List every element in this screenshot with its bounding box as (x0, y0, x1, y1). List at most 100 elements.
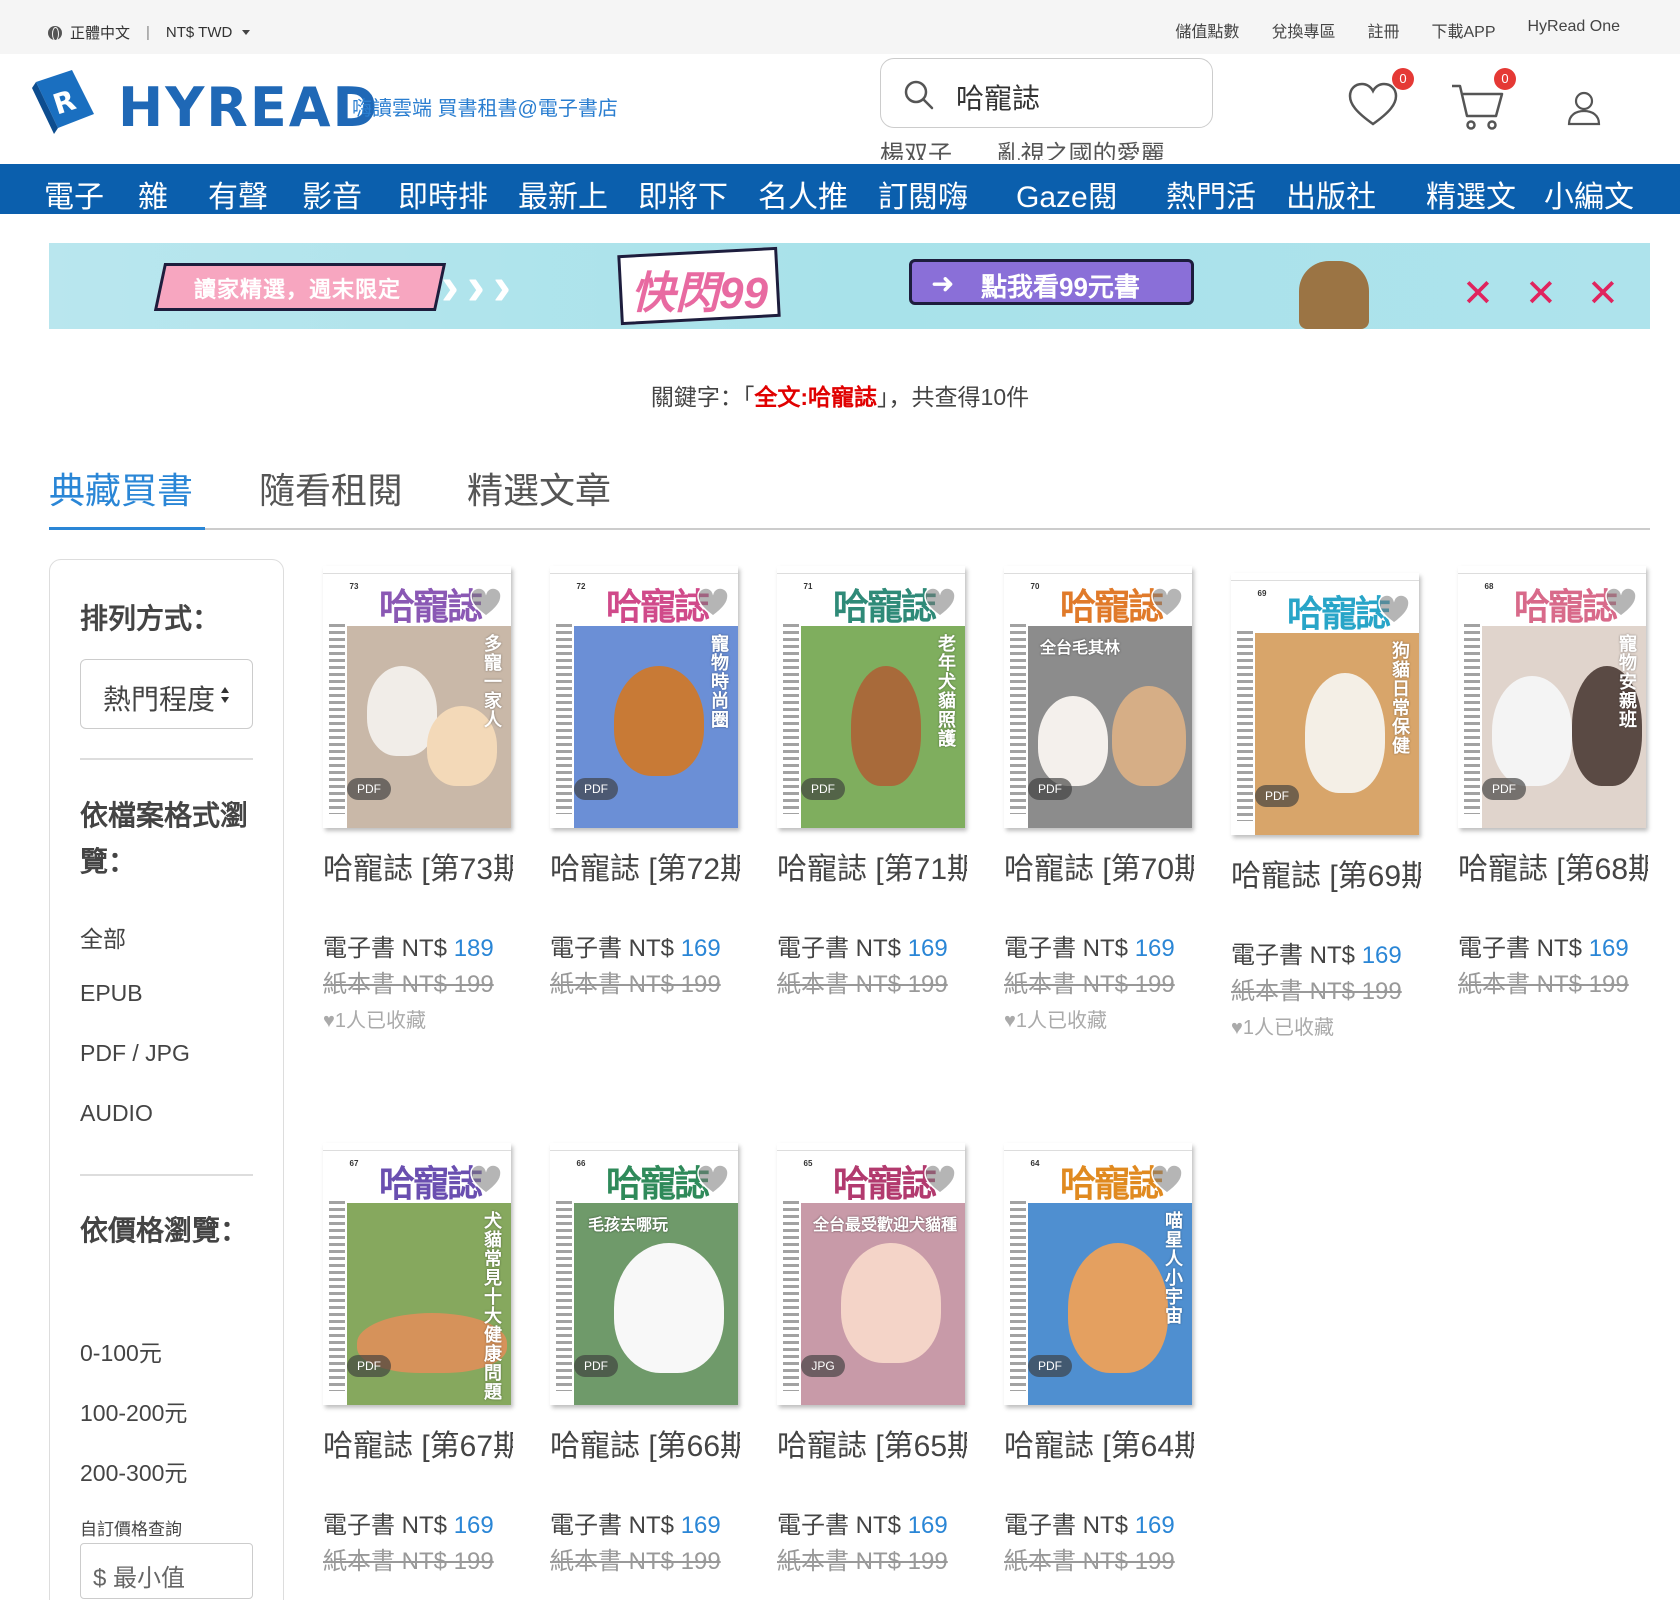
ebook-price: 電子書 NT$ 169 (1004, 928, 1175, 963)
select-arrows-icon[interactable] (220, 686, 230, 704)
search-input[interactable]: 哈寵誌 (956, 77, 1040, 117)
format-heading: 依檔案格式瀏覽： (80, 800, 249, 877)
book-title[interactable]: 哈寵誌 [第70期]:基 人世界 (1004, 850, 1194, 902)
book-cover[interactable]: 65 哈寵誌 全台最受歡迎犬貓種 JPG (777, 1143, 965, 1405)
book-cover[interactable]: 70 哈寵誌 全台毛其林 PDF (1004, 566, 1192, 828)
min-price-input[interactable]: $ 最小值 (80, 1543, 253, 1599)
book-cover[interactable]: 71 哈寵誌 老年犬貓照護 PDF (777, 566, 965, 828)
hyread-logo-icon[interactable]: R (30, 66, 98, 136)
chevron-down-icon[interactable] (242, 30, 251, 35)
sort-select[interactable]: 熱門程度 (80, 659, 253, 729)
paper-price: 紙本書 NT$ 199 (1231, 978, 1402, 1005)
cover-issue-number: 71 (803, 582, 813, 591)
banner-tag: 讀家精選，週末限定 (194, 277, 402, 302)
book-cover[interactable]: 72 哈寵誌 寵物時尚圈 PDF (550, 566, 738, 828)
favorite-heart-icon[interactable] (696, 1163, 730, 1195)
nav-item[interactable]: 雜 (138, 172, 168, 214)
format-badge: PDF (1028, 1355, 1072, 1377)
favorite-heart-icon[interactable] (1150, 1163, 1184, 1195)
book-title[interactable]: 哈寵誌 [第69期]:基 人世界 (1231, 857, 1421, 909)
book-cover[interactable]: 69 哈寵誌 狗貓日常保健 PDF (1231, 573, 1419, 835)
ebook-price: 電子書 NT$ 189 (323, 928, 494, 963)
tab-purchase[interactable]: 典藏買書 (49, 462, 193, 514)
book-cover[interactable]: 67 哈寵誌 犬貓常見十大健康問題 PDF (323, 1143, 511, 1405)
book-title[interactable]: 哈寵誌 [第65期]:基 人世界 (777, 1427, 967, 1479)
book-title[interactable]: 哈寵誌 [第73期]:基 人世界 (323, 850, 513, 902)
nav-item[interactable]: 最新上 (518, 172, 608, 214)
wishlist-heart-icon[interactable] (1346, 78, 1400, 132)
search-icon[interactable] (903, 79, 935, 111)
favorite-heart-icon[interactable] (469, 1163, 503, 1195)
suggestion-item[interactable]: 亂視之國的愛麗 (997, 141, 1165, 160)
nav-item[interactable]: 出版社 (1286, 172, 1376, 214)
flash-sale-badge: 快閃99 (631, 269, 768, 318)
nav-item[interactable]: 電子 (44, 172, 104, 214)
cover-top-strip (550, 566, 738, 574)
favorite-heart-icon[interactable] (923, 1163, 957, 1195)
nav-item[interactable]: 有聲 (208, 172, 268, 214)
book-cover[interactable]: 64 哈寵誌 喵星人小宇宙 PDF (1004, 1143, 1192, 1405)
book-title[interactable]: 哈寵誌 [第66期]:基 人世界 (550, 1427, 740, 1479)
favorite-heart-icon[interactable] (923, 586, 957, 618)
nav-item[interactable]: Gaze閱 (1016, 172, 1118, 214)
favorite-heart-icon[interactable] (469, 586, 503, 618)
link-register[interactable]: 註冊 (1367, 18, 1399, 42)
link-download-app[interactable]: 下載APP (1431, 18, 1495, 42)
language-currency-selector[interactable]: 正體中文 | NT$ TWD (48, 22, 251, 43)
suggestion-item[interactable]: 楊双子 (880, 141, 952, 160)
view-99-books-button[interactable]: 點我看99元書 (981, 267, 1140, 304)
cover-issue-number: 68 (1484, 582, 1494, 591)
hyread-logo-text[interactable]: HYREAD (118, 76, 379, 139)
favorite-heart-icon[interactable] (696, 586, 730, 618)
book-title[interactable]: 哈寵誌 [第71期]:基 人世界 (777, 850, 967, 902)
ebook-price-value: 169 (907, 1512, 948, 1539)
format-filter-all[interactable]: 全部 (80, 920, 126, 954)
cover-issue-number: 72 (576, 582, 586, 591)
currency-label[interactable]: NT$ TWD (166, 24, 232, 41)
format-filter-epub[interactable]: EPUB (80, 980, 143, 1007)
book-title[interactable]: 哈寵誌 [第68期]:基 人世界 (1458, 850, 1648, 902)
book-title[interactable]: 哈寵誌 [第72期]:基 人世界 (550, 850, 740, 902)
nav-item[interactable]: 影音 (302, 172, 362, 214)
tab-rental[interactable]: 隨看租閱 (259, 462, 403, 514)
book-title[interactable]: 哈寵誌 [第64期]:基 人世界 (1004, 1427, 1194, 1479)
nav-item[interactable]: 即時排 (398, 172, 488, 214)
favorite-heart-icon[interactable] (1604, 586, 1638, 618)
cover-masthead-title: 哈寵誌 (379, 1163, 483, 1204)
nav-item[interactable]: 精選文 (1426, 172, 1516, 214)
arrow-right-icon[interactable]: ➜ (931, 267, 954, 300)
format-filter-audio[interactable]: AUDIO (80, 1100, 153, 1127)
nav-item[interactable]: 小編文 (1544, 172, 1634, 214)
book-cover[interactable]: 66 哈寵誌 毛孩去哪玩 PDF (550, 1143, 738, 1405)
user-account-icon[interactable] (1566, 90, 1602, 126)
nav-item[interactable]: 即將下 (638, 172, 728, 214)
nav-item[interactable]: 訂閱嗨 (878, 172, 968, 214)
cover-top-strip (1004, 1143, 1192, 1151)
favorite-heart-icon[interactable] (1377, 593, 1411, 625)
favorite-count: ♥1人已收藏 (1004, 1010, 1107, 1032)
cover-text-column (783, 1201, 799, 1391)
nav-item[interactable]: 熱門活 (1166, 172, 1256, 214)
book-title[interactable]: 哈寵誌 [第67期]:基 人世界 (323, 1427, 513, 1479)
price-filter-0-100[interactable]: 0-100元 (80, 1334, 162, 1368)
promo-banner[interactable]: 讀家精選，週末限定 › › › 快閃99 ➜ 點我看99元書 ✕ ✕ ✕ (49, 243, 1650, 329)
link-hyread-one[interactable]: HyRead One (1528, 18, 1621, 42)
language-label[interactable]: 正體中文 (70, 22, 130, 43)
cover-issue-number: 65 (803, 1159, 813, 1168)
price-filter-200-300[interactable]: 200-300元 (80, 1454, 187, 1488)
tab-articles[interactable]: 精選文章 (467, 462, 611, 514)
link-redeem[interactable]: 兌換專區 (1271, 18, 1335, 42)
cover-masthead-title: 哈寵誌 (833, 586, 937, 627)
price-heading: 依價格瀏覽： (80, 1215, 249, 1246)
book-cover[interactable]: 68 哈寵誌 寵物安親班 PDF (1458, 566, 1646, 828)
favorite-heart-icon[interactable] (1150, 586, 1184, 618)
search-box[interactable]: 哈寵誌 (880, 58, 1213, 128)
price-filter-100-200[interactable]: 100-200元 (80, 1394, 187, 1428)
book-cover[interactable]: 73 哈寵誌 多寵一家人 PDF (323, 566, 511, 828)
format-filter-pdf-jpg[interactable]: PDF / JPG (80, 1040, 190, 1067)
nav-item[interactable]: 名人推 (758, 172, 848, 214)
cover-pet-figure (1038, 696, 1108, 786)
cover-headline: 多寵一家人 (482, 634, 502, 729)
link-topup[interactable]: 儲值點數 (1175, 18, 1239, 42)
sort-select-value[interactable]: 熱門程度 (103, 684, 215, 715)
